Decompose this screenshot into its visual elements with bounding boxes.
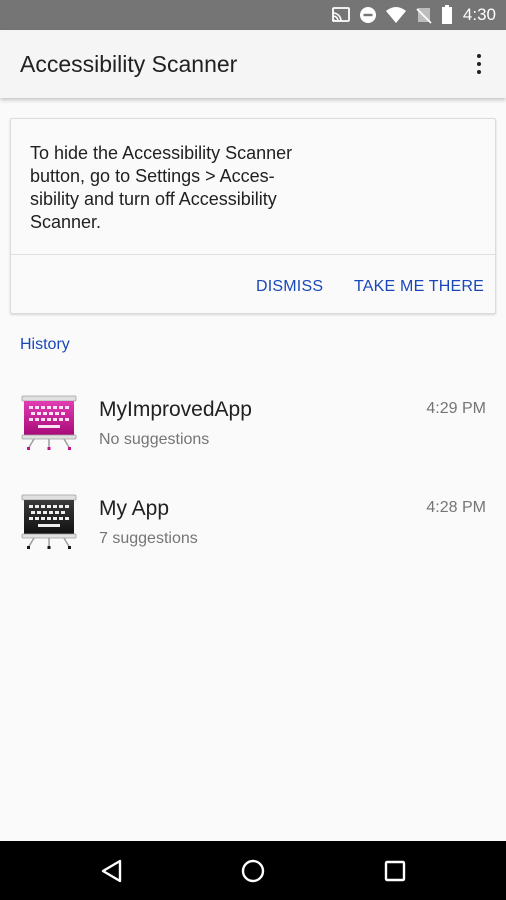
home-circle-icon[interactable] (237, 855, 269, 887)
keyboard-easel-icon (20, 493, 78, 549)
screen: 4:30 Accessibility Scanner To hide the A… (0, 0, 506, 900)
item-name: My App (99, 497, 170, 520)
battery-icon (441, 5, 453, 25)
more-options-button[interactable] (464, 48, 494, 80)
item-time: 4:29 PM (426, 400, 486, 417)
back-triangle-icon[interactable] (96, 855, 128, 887)
navigation-bar (0, 841, 506, 900)
no-sim-icon (415, 6, 433, 24)
history-item-myimprovedapp[interactable]: MyImprovedApp No suggestions 4:29 PM (0, 372, 506, 470)
page-title: Accessibility Scanner (20, 51, 238, 77)
status-bar: 4:30 (0, 0, 506, 30)
item-subtitle: No suggestions (99, 431, 210, 448)
card-message: To hide the Accessibility Scanner button… (30, 143, 293, 232)
item-name: MyImprovedApp (99, 398, 252, 421)
status-time: 4:30 (462, 5, 496, 24)
keyboard-easel-icon (20, 394, 78, 450)
card-divider (11, 254, 495, 255)
do-not-disturb-icon (359, 6, 377, 24)
history-item-my-app[interactable]: My App 7 suggestions 4:28 PM (0, 471, 506, 569)
item-time: 4:28 PM (426, 499, 486, 516)
wifi-icon (385, 6, 407, 24)
dismiss-button[interactable]: DISMISS (256, 277, 323, 297)
more-vert-icon (477, 54, 481, 58)
take-me-there-button[interactable]: TAKE ME THERE (354, 277, 484, 297)
app-bar: Accessibility Scanner (0, 30, 506, 98)
item-subtitle: 7 suggestions (99, 530, 198, 547)
info-card: To hide the Accessibility Scanner button… (10, 118, 496, 314)
recents-square-icon[interactable] (379, 855, 411, 887)
status-icons: 4:30 (331, 0, 496, 30)
cast-icon (331, 6, 351, 24)
history-header: History (20, 336, 70, 353)
